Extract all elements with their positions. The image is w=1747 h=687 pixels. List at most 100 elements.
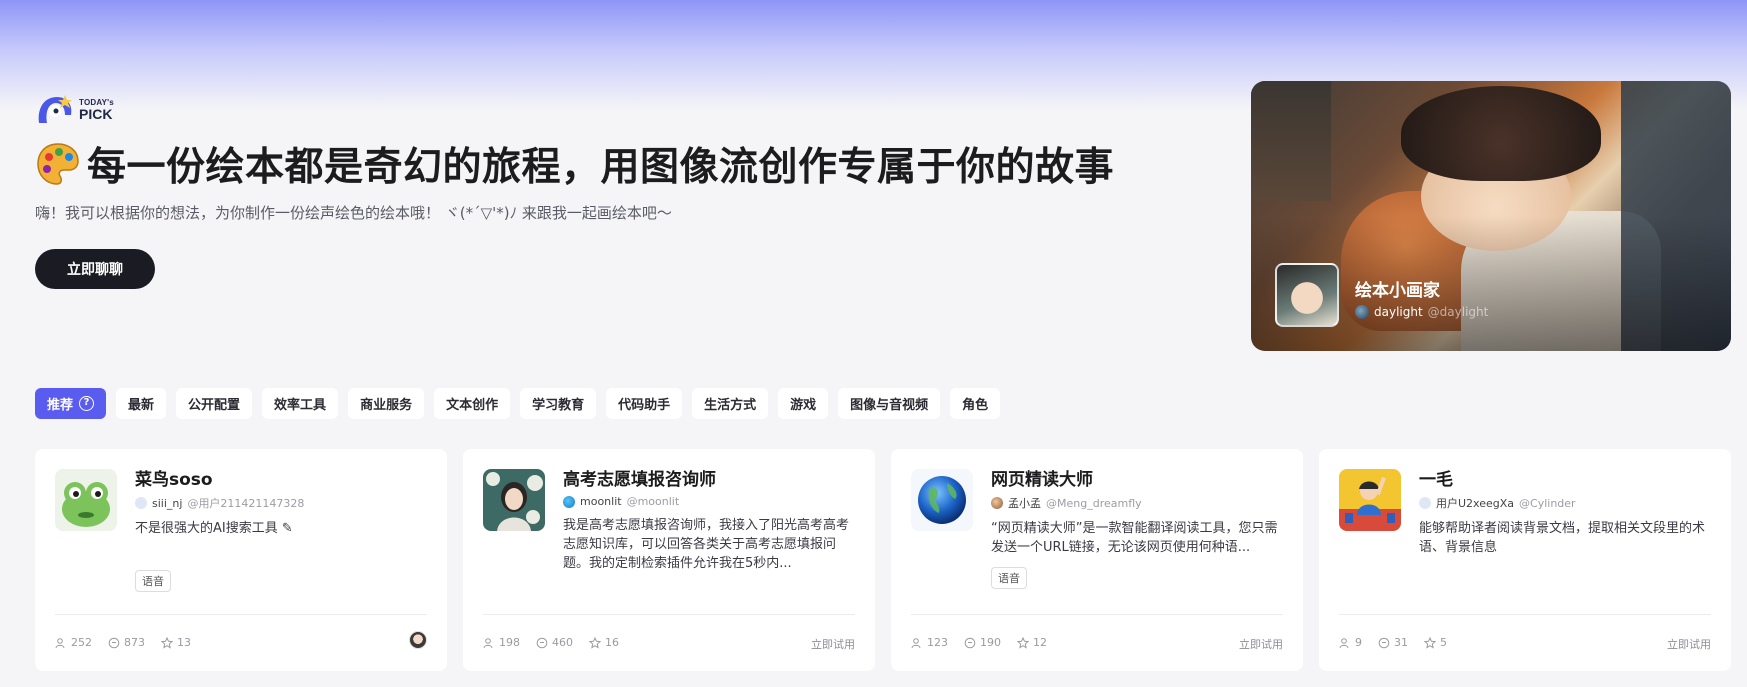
chat-bubble-icon: [108, 637, 120, 648]
tab-characters[interactable]: 角色: [950, 388, 1001, 419]
stars-stat: 16: [589, 636, 619, 649]
star-icon: [589, 636, 601, 649]
category-tabs: 推荐 ? 最新 公开配置 效率工具 商业服务 文本创作 学习教育 代码助手 生活…: [35, 388, 1001, 419]
palette-icon: [37, 143, 79, 185]
users-icon: [1339, 637, 1349, 648]
featured-bot-avatar: [1275, 263, 1339, 327]
logo-big-text: PICK: [79, 106, 113, 122]
chats-count: 190: [980, 636, 1001, 649]
chat-now-button[interactable]: 立即聊聊: [35, 249, 155, 289]
bot-author: moonlit @moonlit: [563, 495, 857, 508]
bot-description: 我是高考志愿填报咨询师，我接入了阳光高考高考志愿知识库，可以回答各类关于高考志愿…: [563, 518, 850, 571]
bot-author: 孟小孟 @Meng_dreamfly: [991, 495, 1285, 511]
tab-latest[interactable]: 最新: [116, 388, 167, 419]
featured-author-name: daylight: [1374, 305, 1423, 319]
tab-recommend-label: 推荐: [47, 398, 74, 413]
author-handle: @用户211421147328: [187, 497, 305, 510]
author-avatar: [563, 495, 575, 508]
bot-card-body: 网页精读大师 孟小孟 @Meng_dreamfly “网页精读大师”是一款智能翻…: [991, 469, 1285, 589]
author-handle: @moonlit: [626, 495, 680, 508]
globe-avatar-icon: [911, 469, 973, 531]
tab-games[interactable]: 游戏: [778, 388, 829, 419]
chats-stat: 460: [536, 636, 573, 649]
author-handle: @Meng_dreamfly: [1046, 496, 1142, 510]
bot-name: 高考志愿填报咨询师: [563, 470, 716, 490]
chats-count: 873: [124, 636, 145, 649]
hero-section: TODAY's PICK 每一份绘本都是奇幻的旅程，用图像流创作专属于你的故事 …: [35, 92, 1215, 289]
featured-bot-author: daylight @daylight: [1355, 305, 1488, 319]
bot-avatar: [55, 469, 117, 531]
voice-tag: 语音: [135, 570, 171, 592]
tab-lifestyle[interactable]: 生活方式: [692, 388, 769, 419]
hero-title: 每一份绘本都是奇幻的旅程，用图像流创作专属于你的故事: [35, 136, 1215, 192]
users-stat: 252: [55, 636, 92, 649]
bot-stats: 252 873 13: [55, 636, 191, 649]
bot-description-text: 不是很强大的AI搜索工具: [135, 521, 278, 536]
card-divider: [483, 614, 855, 615]
chat-bubble-icon: [1378, 637, 1390, 648]
chats-stat: 873: [108, 636, 145, 649]
logo-mascot-icon: [38, 95, 72, 123]
cartoon-man-avatar-icon: [1339, 469, 1401, 531]
author-avatar: [135, 497, 147, 509]
author-name: 孟小孟: [1008, 497, 1041, 510]
bot-card[interactable]: 菜鸟soso siii_nj @用户211421147328 不是很强大的AI搜…: [35, 449, 447, 671]
bot-stats: 9 31 5: [1339, 636, 1447, 649]
chats-count: 31: [1394, 636, 1408, 649]
star-icon: [161, 636, 173, 649]
bot-description: 不是很强大的AI搜索工具 ✎: [135, 519, 429, 538]
bot-description: “网页精读大师”是一款智能翻译阅读工具，您只需发送一个URL链接，无论该网页使用…: [991, 521, 1278, 555]
try-now-button[interactable]: 立即试用: [1667, 636, 1711, 652]
star-icon: [1424, 636, 1436, 649]
bot-card[interactable]: 网页精读大师 孟小孟 @Meng_dreamfly “网页精读大师”是一款智能翻…: [891, 449, 1303, 671]
users-count: 123: [927, 636, 948, 649]
frog-avatar-icon: [55, 469, 117, 531]
voice-tag: 语音: [991, 567, 1027, 589]
author-avatar: [991, 497, 1003, 509]
author-name: moonlit: [580, 495, 622, 508]
bot-stats: 123 190 12: [911, 636, 1047, 649]
tab-productivity[interactable]: 效率工具: [262, 388, 339, 419]
chats-stat: 31: [1378, 636, 1408, 649]
users-count: 198: [499, 636, 520, 649]
author-avatar: [1419, 497, 1431, 509]
bot-description: 能够帮助译者阅读背景文档，提取相关文段里的术语、背景信息: [1419, 521, 1706, 555]
tab-recommend[interactable]: 推荐 ?: [35, 388, 107, 419]
card-divider: [55, 614, 427, 615]
bot-name: 菜鸟soso: [135, 470, 213, 490]
stars-count: 16: [605, 636, 619, 649]
stars-count: 13: [177, 636, 191, 649]
stars-count: 5: [1440, 636, 1447, 649]
stars-count: 12: [1033, 636, 1047, 649]
bot-name: 一毛: [1419, 470, 1453, 490]
chat-bubble-icon: [964, 637, 976, 648]
chats-stat: 190: [964, 636, 1001, 649]
try-now-button[interactable]: 立即试用: [811, 636, 855, 652]
users-icon: [55, 637, 65, 648]
bot-author: 用户U2xeegXa @Cylinder: [1419, 495, 1713, 511]
chat-bubble-icon: [536, 637, 548, 648]
bot-stats: 198 460 16: [483, 636, 619, 649]
users-icon: [483, 637, 493, 648]
tab-public-config[interactable]: 公开配置: [176, 388, 253, 419]
bot-card-body: 一毛 用户U2xeegXa @Cylinder 能够帮助译者阅读背景文档，提取相…: [1419, 469, 1713, 557]
bot-avatar: [1339, 469, 1401, 531]
tab-writing[interactable]: 文本创作: [434, 388, 511, 419]
recent-user-avatar: [409, 631, 427, 649]
users-stat: 198: [483, 636, 520, 649]
featured-bot-card[interactable]: 绘本小画家 daylight @daylight: [1251, 81, 1731, 351]
bot-card[interactable]: 高考志愿填报咨询师 moonlit @moonlit 我是高考志愿填报咨询师，我…: [463, 449, 875, 671]
stars-stat: 13: [161, 636, 191, 649]
bot-card[interactable]: 一毛 用户U2xeegXa @Cylinder 能够帮助译者阅读背景文档，提取相…: [1319, 449, 1731, 671]
try-now-button[interactable]: 立即试用: [1239, 636, 1283, 652]
author-handle: @Cylinder: [1519, 496, 1576, 510]
card-divider: [1339, 614, 1711, 615]
star-icon: [1017, 636, 1029, 649]
tab-image-audio-video[interactable]: 图像与音视频: [838, 388, 941, 419]
tab-code-assistant[interactable]: 代码助手: [606, 388, 683, 419]
author-name: siii_nj: [152, 496, 183, 510]
question-circle-icon[interactable]: ?: [79, 396, 95, 411]
tab-education[interactable]: 学习教育: [520, 388, 597, 419]
tab-business[interactable]: 商业服务: [348, 388, 425, 419]
users-stat: 123: [911, 636, 948, 649]
